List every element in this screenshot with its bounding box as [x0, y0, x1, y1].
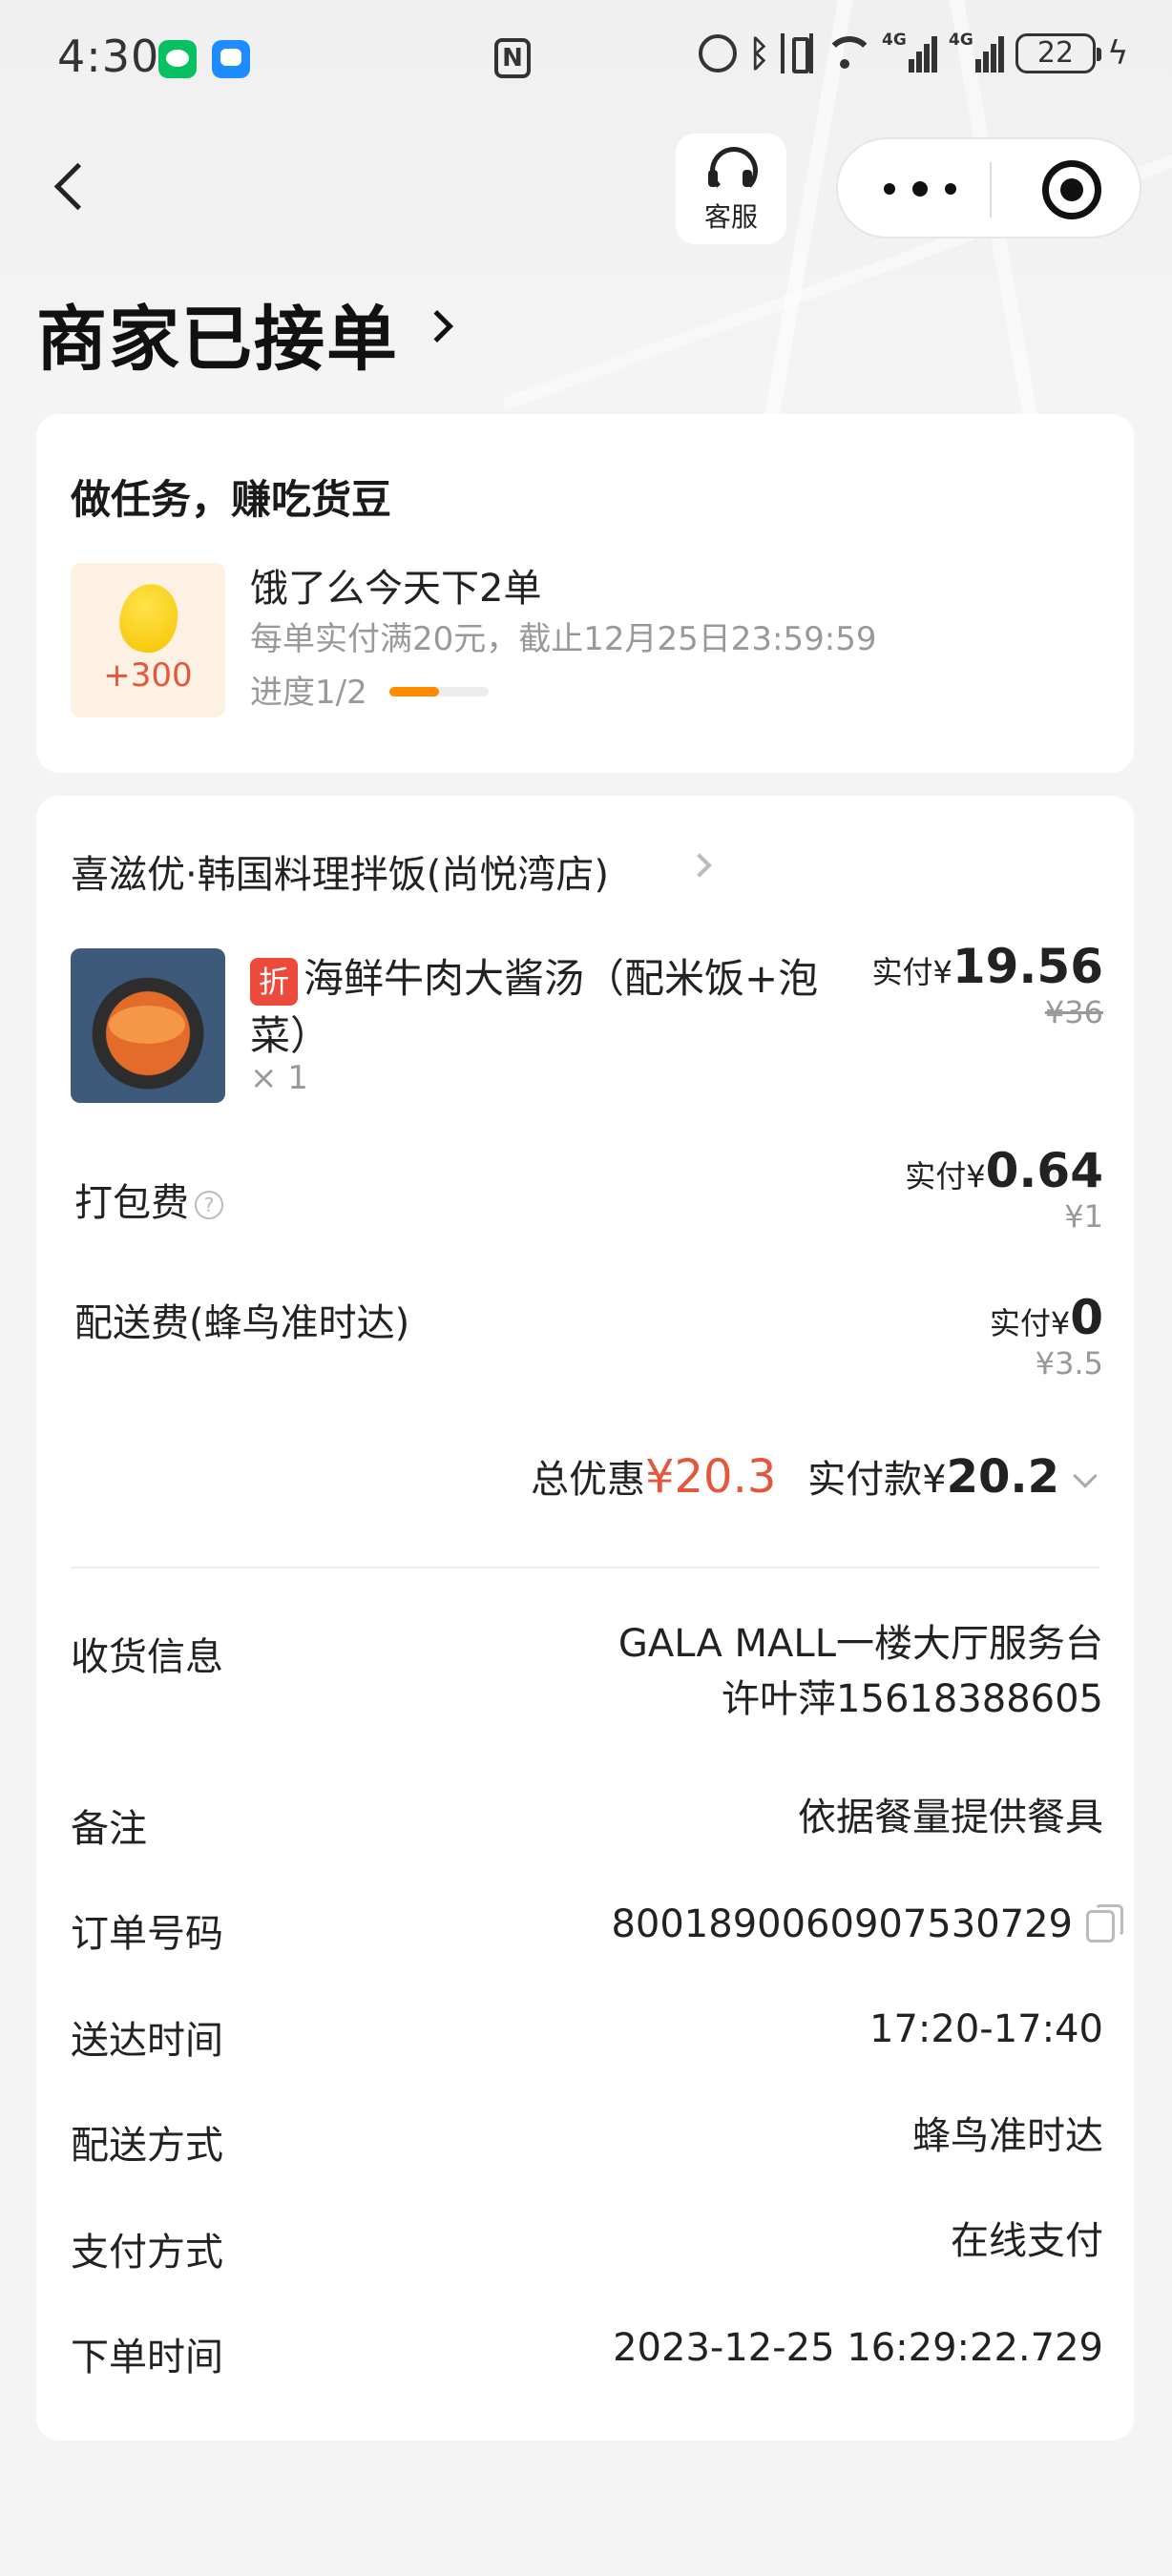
page-title[interactable]: 商家已接单 — [36, 282, 399, 384]
charging-icon: ϟ — [1107, 34, 1129, 73]
info-label-address: 收货信息 — [71, 1635, 223, 1679]
divider — [71, 1567, 1099, 1568]
status-time: 4:30 — [57, 31, 160, 82]
wechat-notification-icon — [158, 40, 197, 78]
chevron-right-icon[interactable] — [687, 853, 712, 878]
headset-icon — [704, 147, 758, 195]
recipient-line: 许叶萍15618388605 — [722, 1677, 1103, 1721]
status-icons: ᛒ 4G 4G 22 ϟ — [699, 31, 1129, 74]
chevron-down-icon[interactable] — [1073, 1464, 1098, 1488]
address-line: GALA MALL一楼大厅服务台 — [617, 1622, 1103, 1666]
vibrate-icon — [781, 33, 813, 73]
reward-badge: +300 — [71, 563, 225, 717]
alarm-icon — [699, 34, 737, 73]
info-label-delivery-method: 配送方式 — [71, 2124, 223, 2168]
bluetooth-icon: ᛒ — [748, 32, 770, 74]
info-label-order-time: 下单时间 — [71, 2336, 223, 2379]
info-value-remark: 依据餐量提供餐具 — [798, 1796, 1103, 1839]
info-label-delivery-time: 送达时间 — [71, 2019, 223, 2063]
task-card-title: 做任务，赚吃货豆 — [71, 476, 392, 523]
order-number: 8001890060907530729 — [611, 1902, 1073, 1946]
discount-tag: 折 — [250, 958, 298, 1006]
customer-service-label: 客服 — [703, 201, 758, 233]
capsule-divider — [990, 162, 992, 218]
info-value-payment-method: 在线支付 — [951, 2219, 1103, 2263]
wifi-icon — [825, 34, 874, 73]
message-notification-icon — [212, 40, 250, 78]
shop-name[interactable]: 喜滋优·韩国料理拌饭(尚悦湾店) — [71, 843, 609, 899]
miniprogram-capsule — [836, 137, 1141, 239]
packing-fee-price: 实付¥0.64 ¥1 — [905, 1143, 1103, 1235]
info-label-remark: 备注 — [71, 1807, 147, 1851]
task-card: 做任务，赚吃货豆 +300 饿了么今天下2单 每单实付满20元，截止12月25日… — [36, 414, 1134, 773]
signal-icon-1: 4G — [882, 31, 937, 74]
task-description: 每单实付满20元，截止12月25日23:59:59 — [250, 620, 877, 658]
order-card: 喜滋优·韩国料理拌饭(尚悦湾店) 海鲜牛肉大酱汤（配米饭+泡菜） 折 × 1 实… — [36, 796, 1134, 2441]
info-value-order-number: 8001890060907530729 — [611, 1897, 1123, 1952]
info-value-delivery-time: 17:20-17:40 — [869, 2007, 1103, 2051]
battery-icon: 22 — [1015, 33, 1101, 73]
task-progress-label: 进度1/2 — [250, 674, 367, 712]
info-label-order-number: 订单号码 — [71, 1912, 223, 1956]
status-bar: 4:30 N ᛒ 4G 4G 22 ϟ — [0, 0, 1172, 114]
bean-icon — [114, 578, 184, 658]
info-label-payment-method: 支付方式 — [71, 2231, 223, 2275]
reward-points: +300 — [103, 656, 193, 695]
signal-icon-2: 4G — [949, 31, 1004, 74]
close-miniprogram-button[interactable] — [1042, 160, 1101, 219]
help-icon[interactable]: ? — [195, 1191, 223, 1219]
packing-paid: 0.64 — [985, 1143, 1103, 1198]
more-options-button[interactable] — [884, 181, 960, 197]
back-button[interactable] — [50, 158, 88, 216]
packing-original-price: ¥1 — [1064, 1198, 1103, 1235]
order-total[interactable]: 总优惠¥20.3 实付款¥20.2 — [530, 1448, 1098, 1504]
packing-fee-label: 打包费 — [74, 1181, 189, 1225]
food-item-quantity: × 1 — [250, 1059, 308, 1097]
task-progress-bar — [389, 687, 489, 696]
item-paid: 19.56 — [952, 939, 1103, 994]
info-value-order-time: 2023-12-25 16:29:22.729 — [613, 2326, 1103, 2370]
discount-label: 总优惠 — [530, 1458, 645, 1502]
nfc-icon: N — [494, 38, 531, 78]
delivery-fee-label: 配送费(蜂鸟准时达) — [74, 1301, 410, 1345]
packing-paid-prefix: 实付¥ — [905, 1158, 986, 1195]
discount-amount: ¥20.3 — [644, 1450, 777, 1504]
delivery-original-price: ¥3.5 — [1035, 1345, 1103, 1381]
customer-service-button[interactable]: 客服 — [676, 134, 786, 244]
delivery-paid: 0 — [1070, 1290, 1103, 1345]
item-original-price: ¥36 — [1044, 994, 1103, 1030]
item-price: 实付¥19.56 ¥36 — [871, 939, 1103, 1030]
delivery-paid-prefix: 实付¥ — [989, 1305, 1071, 1341]
food-item-name: 海鲜牛肉大酱汤（配米饭+泡菜） — [250, 955, 819, 1059]
copy-icon[interactable] — [1086, 1904, 1123, 1942]
item-paid-prefix: 实付¥ — [871, 954, 952, 990]
info-value-address: GALA MALL一楼大厅服务台 许叶萍15618388605 — [618, 1616, 1103, 1727]
paid-amount: 20.2 — [946, 1450, 1059, 1504]
food-image — [71, 948, 225, 1103]
packing-fee-row: 打包费? — [74, 1172, 223, 1227]
task-progress-fill — [389, 687, 439, 696]
delivery-fee-price: 实付¥0 ¥3.5 — [990, 1290, 1103, 1381]
task-name: 饿了么今天下2单 — [250, 567, 542, 611]
info-value-delivery-method: 蜂鸟准时达 — [912, 2114, 1103, 2158]
paid-label: 实付款¥ — [807, 1458, 947, 1502]
